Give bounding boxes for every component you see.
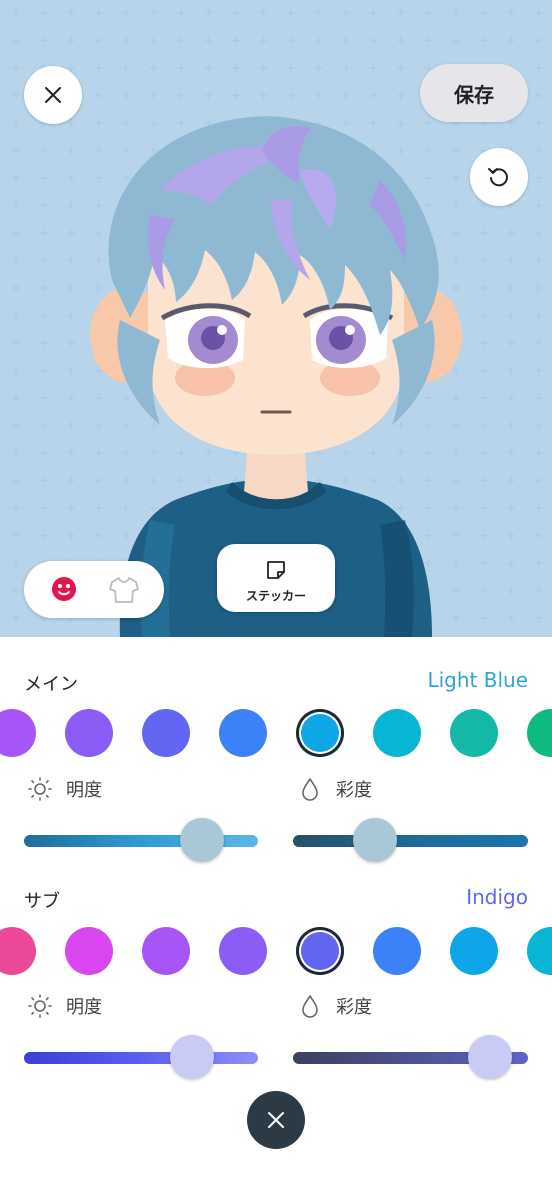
sticker-button[interactable]: ステッカー — [217, 544, 335, 612]
main-saturation-slider[interactable] — [293, 818, 528, 864]
sub-saturation-knob[interactable] — [468, 1035, 513, 1079]
main-brightness-label: 明度 — [66, 780, 102, 801]
sub-brightness-knob[interactable] — [170, 1035, 215, 1079]
drop-icon — [302, 995, 318, 1018]
main-color-swatch[interactable] — [0, 709, 36, 757]
close-button[interactable] — [24, 66, 82, 124]
sub-color-swatch[interactable] — [65, 927, 113, 975]
save-button[interactable]: 保存 — [420, 64, 528, 122]
mode-switch — [24, 561, 164, 618]
main-color-swatch[interactable] — [65, 709, 113, 757]
reset-view-button[interactable] — [470, 148, 528, 206]
avatar-preview: 保存 ステッカー — [0, 0, 552, 637]
close-panel-button[interactable] — [247, 1091, 305, 1149]
sub-color-swatch[interactable] — [219, 927, 267, 975]
sub-swatch-row — [0, 925, 552, 977]
main-brightness-knob[interactable] — [179, 818, 224, 862]
sub-color-swatch[interactable] — [142, 927, 190, 975]
close-icon — [45, 87, 61, 103]
sub-color-title: サブ — [24, 891, 60, 912]
main-saturation-knob[interactable] — [353, 818, 398, 862]
sub-saturation-slider[interactable] — [293, 1035, 528, 1081]
main-color-swatch[interactable] — [450, 709, 498, 757]
main-color-name: Light Blue — [427, 668, 528, 692]
sun-icon — [28, 994, 52, 1018]
main-color-title: メイン — [24, 674, 78, 695]
main-brightness-label-row: 明度 — [26, 775, 102, 803]
tshirt-icon[interactable] — [108, 575, 140, 605]
main-color-swatch[interactable] — [373, 709, 421, 757]
drop-icon — [302, 778, 318, 801]
sub-color-swatch[interactable] — [296, 927, 344, 975]
smiley-face-icon[interactable] — [50, 575, 78, 603]
main-saturation-label-row: 彩度 — [296, 775, 372, 803]
sun-icon — [28, 777, 52, 801]
main-brightness-slider[interactable] — [24, 818, 258, 864]
main-color-swatch[interactable] — [296, 709, 344, 757]
sub-color-swatch[interactable] — [527, 927, 552, 975]
sticker-note-icon — [267, 561, 285, 579]
sub-color-swatch[interactable] — [450, 927, 498, 975]
close-icon — [268, 1112, 284, 1128]
sub-saturation-label-row: 彩度 — [296, 992, 372, 1020]
main-color-swatch[interactable] — [527, 709, 552, 757]
main-swatch-row — [0, 707, 552, 759]
sub-brightness-slider[interactable] — [24, 1035, 258, 1081]
color-edit-panel: メイン Light Blue 明度 彩度 サブ Indigo 明度 彩度 — [0, 637, 552, 1200]
sticker-label: ステッカー — [245, 589, 306, 603]
sub-color-swatch[interactable] — [373, 927, 421, 975]
reset-rotate-icon — [488, 168, 508, 187]
main-color-swatch[interactable] — [142, 709, 190, 757]
sub-saturation-label: 彩度 — [336, 997, 372, 1018]
main-color-swatch[interactable] — [219, 709, 267, 757]
sub-color-swatch[interactable] — [0, 927, 36, 975]
sub-brightness-label-row: 明度 — [26, 992, 102, 1020]
sub-color-name: Indigo — [466, 885, 528, 909]
main-saturation-label: 彩度 — [336, 780, 372, 801]
sub-brightness-label: 明度 — [66, 997, 102, 1018]
